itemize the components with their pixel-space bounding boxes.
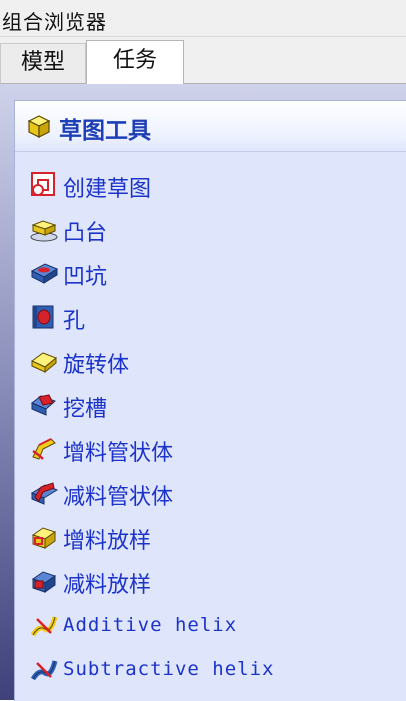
task-panel-area: 草图工具 创建草图 凸台 凹坑 孔 旋转体 挖槽 增料管状体 减料管状体 增料放… <box>0 84 406 701</box>
revolution-button[interactable]: 旋转体 <box>29 341 389 381</box>
additive-loft-label: 增料放样 <box>63 529 152 554</box>
additive-helix-button[interactable]: Additive helix <box>29 605 389 645</box>
subtractive-loft-label: 减料放样 <box>63 573 152 598</box>
revolution-label: 旋转体 <box>63 353 130 378</box>
tab-bar: 模型 任务 <box>0 37 406 84</box>
create-sketch-icon <box>31 172 55 196</box>
additive-loft-icon <box>31 527 57 549</box>
groove-label: 挖槽 <box>63 397 108 422</box>
revolution-icon <box>31 352 57 374</box>
panel-title: 草图工具 <box>59 118 151 144</box>
additive-loft-button[interactable]: 增料放样 <box>29 517 389 557</box>
additive-helix-label: Additive helix <box>63 614 238 636</box>
additive-pipe-icon <box>32 438 56 460</box>
cube-icon <box>27 115 51 138</box>
window-title: 组合浏览器 <box>2 10 107 34</box>
subtractive-pipe-icon <box>30 482 59 505</box>
subtractive-helix-label: Subtractive helix <box>63 658 275 680</box>
subtractive-helix-icon <box>30 660 58 681</box>
create-sketch-button[interactable]: 创建草图 <box>29 165 389 205</box>
subtractive-loft-icon <box>31 571 57 593</box>
hole-icon <box>32 305 54 329</box>
additive-helix-icon <box>30 616 58 637</box>
subtractive-helix-button[interactable]: Subtractive helix <box>29 649 389 689</box>
create-sketch-label: 创建草图 <box>63 177 152 202</box>
additive-pipe-button[interactable]: 增料管状体 <box>29 429 389 469</box>
tab-model[interactable]: 模型 <box>0 43 86 83</box>
pocket-button[interactable]: 凹坑 <box>29 253 389 293</box>
window-title-bar: 组合浏览器 <box>0 0 406 37</box>
additive-pipe-label: 增料管状体 <box>63 441 174 466</box>
subtractive-pipe-label: 减料管状体 <box>63 485 174 510</box>
pad-label: 凸台 <box>63 221 108 246</box>
pad-icon <box>30 220 58 242</box>
pad-button[interactable]: 凸台 <box>29 209 389 249</box>
tab-task[interactable]: 任务 <box>86 40 184 84</box>
groove-button[interactable]: 挖槽 <box>29 385 389 425</box>
subtractive-pipe-button[interactable]: 减料管状体 <box>29 473 389 513</box>
pocket-icon <box>30 263 59 284</box>
hole-button[interactable]: 孔 <box>29 297 389 337</box>
hole-label: 孔 <box>63 309 86 334</box>
subtractive-loft-button[interactable]: 减料放样 <box>29 561 389 601</box>
panel-header[interactable]: 草图工具 <box>15 101 406 152</box>
groove-icon <box>31 394 56 416</box>
sketch-tools-panel: 草图工具 创建草图 凸台 凹坑 孔 旋转体 挖槽 增料管状体 减料管状体 增料放… <box>14 100 406 701</box>
pocket-label: 凹坑 <box>63 265 108 290</box>
